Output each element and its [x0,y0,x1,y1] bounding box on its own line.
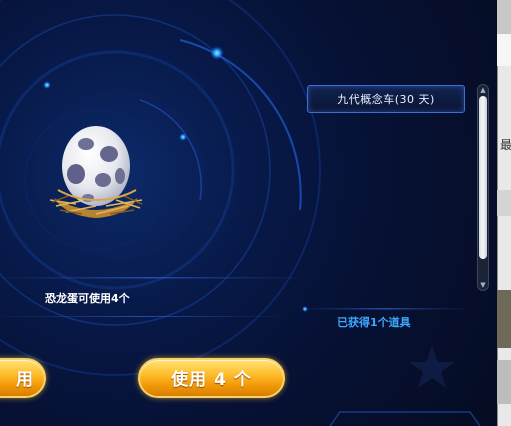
reward-item-name: 九代概念车(30 天) [337,93,435,106]
obtained-items-text: 已获得1个道具 [337,316,411,329]
reward-item-label[interactable]: 九代概念车(30 天) [307,85,465,113]
use-all-button[interactable]: 使用 4 个 [138,358,285,398]
side-strip-block-mid [497,190,511,216]
dinosaur-egg-icon [49,126,143,218]
side-strip-thumbnail [497,290,511,348]
use-button-left[interactable]: 用 [0,358,46,398]
side-strip-block-light [497,34,511,66]
side-strip-block-top [497,0,511,34]
use-all-button-label: 使用 4 个 [171,370,252,390]
side-strip-text: 最 [500,138,511,152]
scroll-down-icon[interactable]: ▼ [479,281,487,289]
scroll-up-icon[interactable]: ▲ [479,86,487,94]
side-strip-block-bottom [497,360,511,404]
game-panel: 九代概念车(30 天) 恐龙蛋可使用4个 已获得1个道具 用 使用 4 个 ▲ … [0,0,511,426]
egg-count-text: 恐龙蛋可使用4个 [45,292,130,305]
scrollbar-thumb[interactable] [479,96,487,259]
use-button-left-label: 用 [16,370,33,390]
